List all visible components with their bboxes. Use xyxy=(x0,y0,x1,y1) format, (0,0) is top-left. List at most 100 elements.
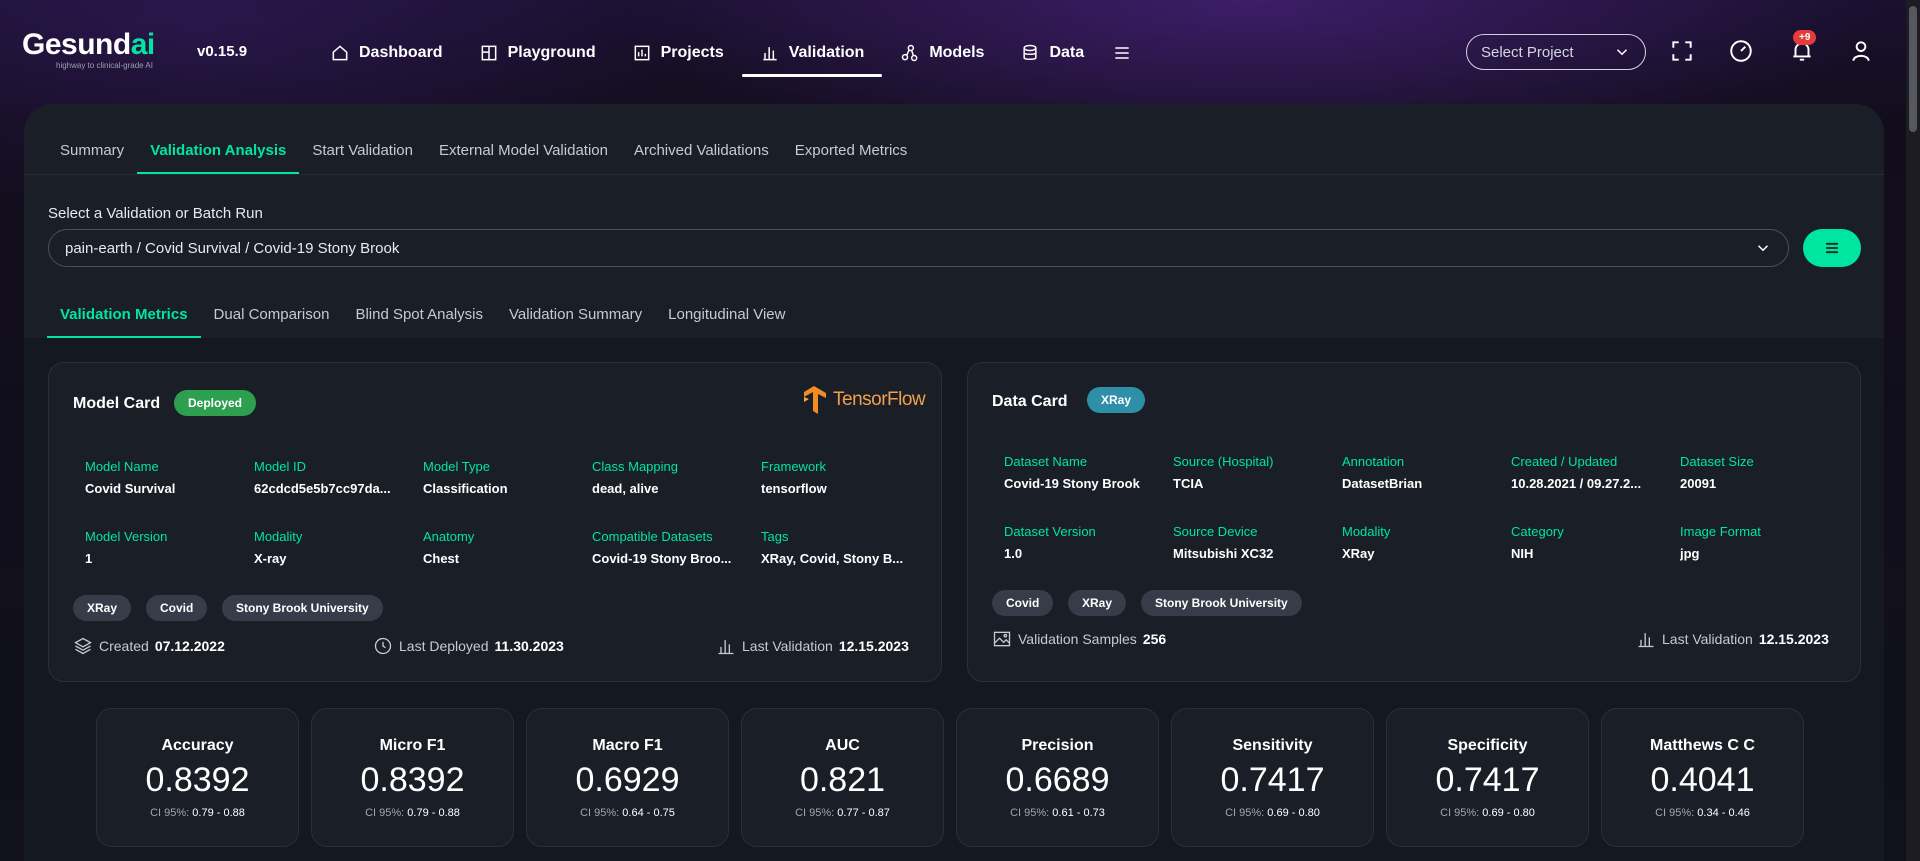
ci-label: CI 95%: xyxy=(1440,807,1480,819)
model-id-value: 62cdcd5e5b7cc97da... xyxy=(254,481,391,496)
nav-models[interactable]: Models xyxy=(882,30,1002,76)
metric-value: 0.8392 xyxy=(360,761,465,799)
anatomy-value: Chest xyxy=(423,551,460,566)
nav-label: Projects xyxy=(660,44,724,61)
hamburger-icon xyxy=(1826,242,1838,254)
ci-label: CI 95%: xyxy=(365,807,405,819)
metric-value: 0.7417 xyxy=(1435,761,1540,799)
tab-archived-validations[interactable]: Archived Validations xyxy=(621,126,782,174)
metric-ci: CI 95%: 0.61 - 0.73 xyxy=(957,807,1158,819)
field-label: Class Mapping xyxy=(592,459,678,474)
data-tag[interactable]: Stony Brook University xyxy=(1141,590,1302,616)
scrollbar-thumb[interactable] xyxy=(1909,6,1917,132)
metric-ci: CI 95%: 0.79 - 0.88 xyxy=(312,807,513,819)
model-tag[interactable]: XRay xyxy=(73,595,132,621)
nav-projects[interactable]: Projects xyxy=(614,30,742,76)
data-tag[interactable]: XRay xyxy=(1068,590,1127,616)
tab-validation-summary[interactable]: Validation Summary xyxy=(496,290,655,338)
nav-label: Models xyxy=(929,44,985,61)
created-updated-value: 10.28.2021 / 09.27.2... xyxy=(1511,476,1642,491)
modality-value: X-ray xyxy=(254,551,287,566)
model-tag[interactable]: Stony Brook University xyxy=(222,595,383,621)
ci-range: 0.79 - 0.88 xyxy=(407,807,460,819)
model-tag[interactable]: Covid xyxy=(146,595,208,621)
clock-icon xyxy=(374,637,392,655)
tab-exported-metrics[interactable]: Exported Metrics xyxy=(782,126,921,174)
metric-ci: CI 95%: 0.69 - 0.80 xyxy=(1387,807,1588,819)
tab-longitudinal-view[interactable]: Longitudinal View xyxy=(655,290,798,338)
chevron-down-icon xyxy=(1616,49,1628,56)
speed-button[interactable] xyxy=(1728,38,1754,64)
image-format-value: jpg xyxy=(1680,546,1700,561)
nav-dashboard[interactable]: Dashboard xyxy=(312,30,461,76)
bar-chart-icon xyxy=(763,47,777,61)
ci-range: 0.69 - 0.80 xyxy=(1267,807,1320,819)
field-label: Compatible Datasets xyxy=(592,529,713,544)
validation-run-select[interactable]: pain-earth / Covid Survival / Covid-19 S… xyxy=(48,229,1789,267)
tab-validation-metrics[interactable]: Validation Metrics xyxy=(47,290,201,339)
nav-label: Validation xyxy=(788,44,865,61)
tab-external-model-validation[interactable]: External Model Validation xyxy=(426,126,621,174)
ci-label: CI 95%: xyxy=(795,807,835,819)
fullscreen-button[interactable] xyxy=(1669,38,1695,64)
select-project-dropdown[interactable]: Select Project xyxy=(1466,34,1646,70)
dataset-version-value: 1.0 xyxy=(1004,546,1023,561)
field-label: Created / Updated xyxy=(1511,454,1618,469)
logo-tagline: highway to clinical-grade AI xyxy=(56,61,153,70)
model-created: Created 07.12.2022 xyxy=(73,636,225,656)
tab-summary[interactable]: Summary xyxy=(47,126,137,174)
field-label: Modality xyxy=(254,529,303,544)
nav-label: Dashboard xyxy=(359,44,443,61)
metric-value: 0.6689 xyxy=(1005,761,1110,799)
nav-validation[interactable]: Validation xyxy=(741,30,883,77)
bar-chart-icon xyxy=(1638,633,1654,648)
metric-name: Matthews C C xyxy=(1650,737,1755,754)
model-name-value: Covid Survival xyxy=(85,481,176,496)
field-label: Model Type xyxy=(423,459,490,474)
brand-logo[interactable]: Gesundai highway to clinical-grade AI xyxy=(22,30,182,74)
ci-range: 0.79 - 0.88 xyxy=(192,807,245,819)
metric-card-specificity: Specificity 0.7417 CI 95%: 0.69 - 0.80 xyxy=(1386,708,1589,847)
nav-data[interactable]: Data xyxy=(1002,30,1102,76)
field-label: Dataset Size xyxy=(1680,454,1754,469)
model-last-validation: Last Validation 12.15.2023 xyxy=(716,636,909,656)
field-label: Category xyxy=(1511,524,1564,539)
validation-date: 12.15.2023 xyxy=(838,638,909,654)
metric-ci: CI 95%: 0.77 - 0.87 xyxy=(742,807,943,819)
field-label: Framework xyxy=(761,459,827,474)
field-label: Source (Hospital) xyxy=(1173,454,1274,469)
deployed-date: 11.30.2023 xyxy=(494,638,564,654)
validation-select-label: Select a Validation or Batch Run xyxy=(48,205,263,222)
metric-card-accuracy: Accuracy 0.8392 CI 95%: 0.79 - 0.88 xyxy=(96,708,299,847)
ci-range: 0.34 - 0.46 xyxy=(1697,807,1750,819)
tab-validation-analysis[interactable]: Validation Analysis xyxy=(137,126,300,175)
field-label: Source Device xyxy=(1173,524,1258,539)
created-label: Created xyxy=(99,638,149,654)
metric-name: Sensitivity xyxy=(1232,737,1313,754)
tab-blind-spot-analysis[interactable]: Blind Spot Analysis xyxy=(342,290,496,338)
data-last-validation: Last Validation 12.15.2023 xyxy=(1636,629,1829,649)
tab-dual-comparison[interactable]: Dual Comparison xyxy=(201,290,343,338)
page-scrollbar[interactable] xyxy=(1906,0,1920,861)
nav-more-menu[interactable] xyxy=(1102,30,1142,76)
field-label: Anatomy xyxy=(423,529,475,544)
metric-card-micro-f1: Micro F1 0.8392 CI 95%: 0.79 - 0.88 xyxy=(311,708,514,847)
nav-playground[interactable]: Playground xyxy=(461,30,614,76)
bar-chart-icon xyxy=(718,640,734,655)
tab-start-validation[interactable]: Start Validation xyxy=(299,126,426,174)
metric-card-auc: AUC 0.821 CI 95%: 0.77 - 0.87 xyxy=(741,708,944,847)
metric-name: Accuracy xyxy=(161,737,234,754)
user-profile-button[interactable] xyxy=(1848,38,1874,64)
projects-icon xyxy=(634,45,650,61)
metric-name: Specificity xyxy=(1447,737,1528,754)
validation-menu-button[interactable] xyxy=(1803,229,1861,267)
metric-value: 0.7417 xyxy=(1220,761,1325,799)
metric-ci: CI 95%: 0.79 - 0.88 xyxy=(97,807,298,819)
hamburger-icon xyxy=(1115,47,1129,59)
select-project-placeholder: Select Project xyxy=(1481,43,1574,61)
dataset-name-value: Covid-19 Stony Brook xyxy=(1004,476,1140,491)
metric-value: 0.4041 xyxy=(1650,761,1755,799)
deployed-status-badge: Deployed xyxy=(174,390,257,416)
field-label: Model Name xyxy=(85,459,159,474)
data-tag[interactable]: Covid xyxy=(992,590,1054,616)
